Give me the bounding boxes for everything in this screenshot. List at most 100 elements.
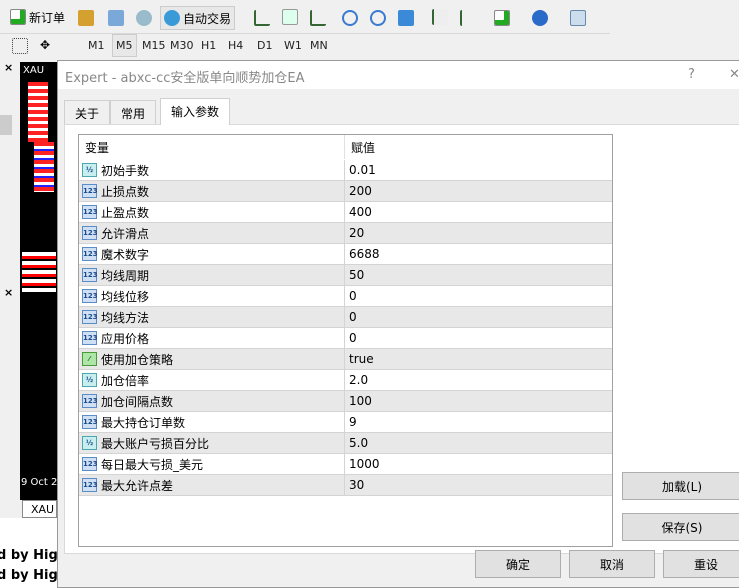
table-row[interactable]: ½ 加仓倍率 2.0 (79, 370, 612, 391)
param-value[interactable]: 50 (345, 268, 364, 282)
close-button[interactable]: ✕ (729, 67, 739, 82)
line-chart-icon[interactable] (310, 10, 326, 26)
candles (34, 142, 54, 192)
zoom-out-icon[interactable] (370, 10, 386, 26)
param-value[interactable]: 200 (345, 184, 372, 198)
int-type-icon: 123 (82, 289, 98, 303)
int-type-icon: 123 (82, 310, 98, 324)
candles (28, 82, 48, 142)
table-row[interactable]: 123 止盈点数 400 (79, 202, 612, 223)
table-row[interactable]: ⁄ 使用加仓策略 true (79, 349, 612, 370)
param-name-cell[interactable]: 123 均线位移 (79, 286, 345, 306)
templates-icon[interactable] (570, 10, 586, 26)
param-value[interactable]: 2.0 (345, 373, 368, 387)
tile-windows-icon[interactable] (398, 10, 414, 26)
param-name-cell[interactable]: ⁄ 使用加仓策略 (79, 349, 345, 369)
tab-inputs[interactable]: 输入参数 (160, 98, 231, 125)
table-row[interactable]: 123 止损点数 200 (79, 181, 612, 202)
ok-button[interactable]: 确定 (475, 550, 561, 578)
param-value[interactable]: 30 (345, 478, 364, 492)
table-row[interactable]: ½ 初始手数 0.01 (79, 160, 612, 181)
timeframe-m30[interactable]: M30 (170, 39, 194, 52)
parameters-table: 变量 赋值 ½ 初始手数 0.01 123 止损点数 200 123 止盈点数 400 123 允许… (78, 134, 613, 547)
table-row[interactable]: 123 应用价格 0 (79, 328, 612, 349)
column-header-value[interactable]: 赋值 (345, 139, 375, 156)
param-value[interactable]: 0 (345, 289, 357, 303)
timeframe-h4[interactable]: H4 (228, 39, 243, 52)
timeframe-m1[interactable]: M1 (88, 39, 105, 52)
navigator-icon[interactable] (108, 10, 124, 26)
param-name-cell[interactable]: 123 魔术数字 (79, 244, 345, 264)
param-name-cell[interactable]: 123 最大持仓订单数 (79, 412, 345, 432)
param-name-cell[interactable]: 123 应用价格 (79, 328, 345, 348)
left-panel: × × (0, 60, 18, 500)
close-icon[interactable]: × (4, 286, 13, 299)
timeframe-mn[interactable]: MN (310, 39, 328, 52)
param-name-cell[interactable]: 123 每日最大亏损_美元 (79, 454, 345, 474)
param-value[interactable]: true (345, 352, 374, 366)
periods-icon[interactable] (532, 10, 548, 26)
chart-tab[interactable]: XAU (22, 500, 57, 518)
param-name-cell[interactable]: 123 均线方法 (79, 307, 345, 327)
table-row[interactable]: 123 加仓间隔点数 100 (79, 391, 612, 412)
param-name-cell[interactable]: 123 均线周期 (79, 265, 345, 285)
param-name-cell[interactable]: 123 加仓间隔点数 (79, 391, 345, 411)
market-watch-icon[interactable] (78, 10, 94, 26)
table-row[interactable]: ½ 最大账户亏损百分比 5.0 (79, 433, 612, 454)
param-value[interactable]: 0.01 (345, 163, 376, 177)
help-button[interactable]: ? (688, 67, 695, 82)
param-name-cell[interactable]: 123 最大允许点差 (79, 475, 345, 495)
timeframe-m15[interactable]: M15 (142, 39, 166, 52)
param-value[interactable]: 5.0 (345, 436, 368, 450)
param-name-cell[interactable]: 123 止损点数 (79, 181, 345, 201)
table-row[interactable]: 123 每日最大亏损_美元 1000 (79, 454, 612, 475)
param-value[interactable]: 100 (345, 394, 372, 408)
timeframe-w1[interactable]: W1 (284, 39, 302, 52)
close-icon[interactable]: × (4, 61, 13, 74)
param-name-cell[interactable]: 123 允许滑点 (79, 223, 345, 243)
indicators-icon[interactable] (494, 10, 510, 26)
table-row[interactable]: 123 魔术数字 6688 (79, 244, 612, 265)
param-value[interactable]: 20 (345, 226, 364, 240)
table-row[interactable]: 123 最大持仓订单数 9 (79, 412, 612, 433)
auto-trading-button[interactable]: 自动交易 (160, 6, 236, 30)
bar-chart-icon[interactable] (254, 10, 270, 26)
param-name-cell[interactable]: ½ 加仓倍率 (79, 370, 345, 390)
text-tool-icon[interactable] (12, 38, 28, 54)
param-name-cell[interactable]: 123 止盈点数 (79, 202, 345, 222)
table-row[interactable]: 123 最大允许点差 30 (79, 475, 612, 496)
new-order-button[interactable]: 新订单 (10, 5, 65, 29)
chart-shift-icon[interactable] (460, 10, 476, 26)
timeframe-d1[interactable]: D1 (257, 39, 272, 52)
reset-button[interactable]: 重设 (663, 550, 739, 578)
param-value[interactable]: 0 (345, 310, 357, 324)
price-chart[interactable]: XAU 9 Oct 20 (20, 62, 64, 500)
zoom-in-icon[interactable] (342, 10, 358, 26)
param-name-cell[interactable]: ½ 最大账户亏损百分比 (79, 433, 345, 453)
tab-about[interactable]: 关于 (64, 100, 111, 124)
table-row[interactable]: 123 均线周期 50 (79, 265, 612, 286)
param-name: 止损点数 (101, 184, 150, 199)
param-value[interactable]: 1000 (345, 457, 380, 471)
save-button[interactable]: 保存(S) (622, 513, 739, 541)
cancel-button[interactable]: 取消 (569, 550, 655, 578)
scrollbar[interactable] (0, 115, 12, 135)
param-value[interactable]: 9 (345, 415, 357, 429)
autoscroll-icon[interactable] (432, 9, 448, 25)
param-value[interactable]: 400 (345, 205, 372, 219)
timeframe-h1[interactable]: H1 (201, 39, 216, 52)
table-row[interactable]: 123 均线方法 0 (79, 307, 612, 328)
signals-icon[interactable] (136, 10, 152, 26)
tab-common[interactable]: 常用 (110, 100, 157, 124)
int-type-icon: 123 (82, 184, 98, 198)
table-row[interactable]: 123 允许滑点 20 (79, 223, 612, 244)
param-value[interactable]: 6688 (345, 247, 380, 261)
param-name-cell[interactable]: ½ 初始手数 (79, 160, 345, 180)
candlestick-icon[interactable] (282, 9, 298, 25)
table-row[interactable]: 123 均线位移 0 (79, 286, 612, 307)
timeframe-m5[interactable]: M5 (112, 34, 137, 57)
param-value[interactable]: 0 (345, 331, 357, 345)
arrows-tool-icon[interactable]: ✥ (40, 38, 56, 54)
load-button[interactable]: 加载(L) (622, 472, 739, 500)
column-header-variable[interactable]: 变量 (79, 135, 345, 159)
